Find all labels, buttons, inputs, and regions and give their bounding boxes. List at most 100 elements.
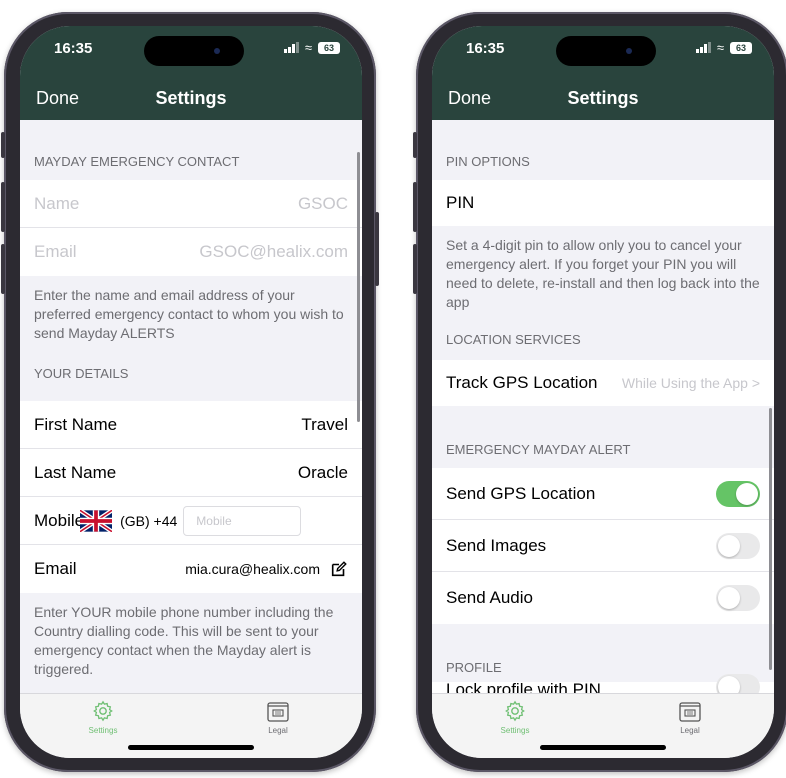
- settings-list-left[interactable]: MAYDAY EMERGENCY CONTACT Name GSOC Email…: [20, 120, 362, 694]
- document-icon: [679, 702, 701, 722]
- home-indicator[interactable]: [128, 745, 254, 750]
- section-header-mayday-contact: MAYDAY EMERGENCY CONTACT: [34, 154, 240, 169]
- your-details-group: First Name Travel Last Name Oracle Mobil…: [20, 401, 362, 593]
- send-audio-row: Send Audio: [432, 572, 774, 624]
- lock-profile-toggle[interactable]: [716, 674, 760, 694]
- tab-settings[interactable]: Settings: [63, 700, 143, 735]
- section-header-profile: PROFILE: [446, 660, 502, 675]
- mayday-contact-group: Name GSOC Email GSOC@healix.com: [20, 180, 362, 276]
- mute-switch: [1, 132, 5, 158]
- country-code[interactable]: (GB) +44: [120, 513, 177, 529]
- scrollbar[interactable]: [357, 152, 360, 422]
- section-header-location: LOCATION SERVICES: [446, 332, 581, 347]
- section-header-pin-options: PIN OPTIONS: [446, 154, 530, 169]
- first-name-label: First Name: [34, 414, 118, 434]
- lock-profile-label: Lock profile with PIN: [446, 680, 601, 694]
- edit-icon[interactable]: [330, 560, 348, 578]
- pin-label: PIN: [446, 193, 475, 212]
- mobile-placeholder: Mobile: [196, 513, 232, 528]
- last-name-value: Oracle: [297, 462, 348, 482]
- wifi-icon: ≈: [716, 40, 724, 55]
- gear-icon: [93, 700, 113, 722]
- pin-field[interactable]: PIN: [432, 180, 774, 226]
- email-value: mia.cura@healix.com: [185, 561, 320, 577]
- send-gps-label: Send GPS Location: [446, 483, 596, 503]
- send-gps-row: Send GPS Location: [432, 468, 774, 520]
- screen-left: 16:35 ≈ 63 Done Settings MAYDAY EMERGENC…: [20, 26, 362, 758]
- alert-group: Send GPS Location Send Images Send Audio: [432, 468, 774, 624]
- contact-email-label: Email: [34, 242, 77, 261]
- status-time: 16:35: [466, 40, 505, 57]
- location-group: Track GPS Location While Using the App >: [432, 360, 774, 406]
- tab-legal-label: Legal: [680, 726, 700, 735]
- signal-icon: [695, 42, 711, 53]
- tab-legal[interactable]: Legal: [650, 700, 730, 735]
- tab-legal[interactable]: Legal: [238, 700, 318, 735]
- tab-bar: Settings Legal: [20, 693, 362, 758]
- gear-icon: [505, 700, 525, 722]
- power-button: [375, 212, 379, 286]
- send-images-label: Send Images: [446, 535, 547, 555]
- contact-name-label: Name: [34, 193, 80, 213]
- battery-icon: 63: [318, 41, 340, 54]
- pin-note: Set a 4-digit pin to allow only you to c…: [446, 237, 760, 310]
- mobile-label: Mobile: [34, 510, 85, 530]
- track-gps-row[interactable]: Track GPS Location While Using the App >: [432, 360, 774, 406]
- tab-settings-label: Settings: [500, 726, 530, 735]
- status-bar: 16:35 ≈ 63: [432, 26, 774, 80]
- track-gps-value: While Using the App >: [621, 375, 760, 391]
- done-button[interactable]: Done: [36, 88, 79, 109]
- email-field[interactable]: Email mia.cura@healix.com: [20, 545, 362, 593]
- send-audio-toggle[interactable]: [716, 585, 760, 611]
- email-label: Email: [34, 559, 77, 578]
- mute-switch: [413, 132, 417, 158]
- home-indicator[interactable]: [540, 745, 666, 750]
- mobile-input[interactable]: Mobile: [183, 505, 302, 536]
- volume-up-button: [1, 182, 5, 232]
- send-images-toggle[interactable]: [716, 532, 760, 559]
- contact-name-field[interactable]: Name GSOC: [20, 180, 362, 228]
- signal-icon: [283, 42, 299, 53]
- mobile-row: Mobile (GB) +44 Mobile: [20, 497, 362, 545]
- send-images-row: Send Images: [432, 520, 774, 572]
- last-name-field[interactable]: Last Name Oracle: [20, 449, 362, 497]
- tab-legal-label: Legal: [268, 726, 288, 735]
- settings-list-right[interactable]: PIN OPTIONS PIN Set a 4-digit pin to all…: [432, 120, 774, 694]
- volume-down-button: [1, 244, 5, 294]
- contact-note: Enter the name and email address of your…: [34, 287, 344, 341]
- document-icon: [267, 702, 289, 722]
- contact-email-field[interactable]: Email GSOC@healix.com: [20, 228, 362, 276]
- tab-settings[interactable]: Settings: [475, 700, 555, 735]
- wifi-icon: ≈: [304, 40, 312, 55]
- status-bar: 16:35 ≈ 63: [20, 26, 362, 80]
- section-header-your-details: YOUR DETAILS: [34, 366, 129, 381]
- send-audio-label: Send Audio: [446, 588, 533, 607]
- status-icons: ≈ 63: [695, 40, 752, 55]
- pin-group: PIN: [432, 180, 774, 226]
- send-gps-toggle[interactable]: [716, 480, 760, 507]
- volume-up-button: [413, 182, 417, 232]
- nav-bar: Done Settings: [20, 80, 362, 120]
- phone-frame-right: 16:35 ≈ 63 Done Settings PIN OPTIONS PIN…: [413, 12, 786, 772]
- volume-down-button: [413, 244, 417, 294]
- tab-settings-label: Settings: [88, 726, 118, 735]
- status-time: 16:35: [54, 40, 93, 57]
- section-header-mayday-alert: EMERGENCY MAYDAY ALERT: [446, 442, 631, 457]
- dynamic-island: [144, 36, 244, 66]
- contact-email-value: GSOC@healix.com: [199, 242, 348, 261]
- dynamic-island: [556, 36, 656, 66]
- uk-flag-icon[interactable]: [80, 509, 113, 532]
- battery-icon: 63: [730, 41, 752, 54]
- nav-bar: Done Settings: [432, 80, 774, 120]
- first-name-value: Travel: [301, 414, 348, 434]
- last-name-label: Last Name: [34, 462, 117, 482]
- contact-name-value: GSOC: [297, 193, 348, 213]
- first-name-field[interactable]: First Name Travel: [20, 401, 362, 449]
- phone-frame-left: 16:35 ≈ 63 Done Settings MAYDAY EMERGENC…: [1, 12, 379, 772]
- scrollbar[interactable]: [769, 408, 772, 670]
- track-gps-label: Track GPS Location: [446, 373, 598, 392]
- status-icons: ≈ 63: [283, 40, 340, 55]
- tab-bar: Settings Legal: [432, 693, 774, 758]
- done-button[interactable]: Done: [448, 88, 491, 109]
- screen-right: 16:35 ≈ 63 Done Settings PIN OPTIONS PIN…: [432, 26, 774, 758]
